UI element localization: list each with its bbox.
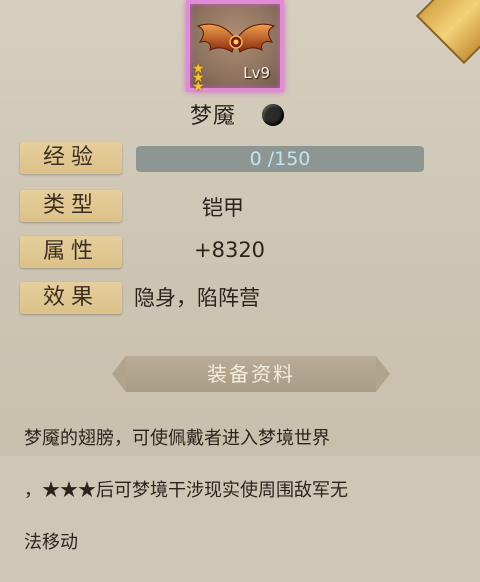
item-description: 梦魇的翅膀，可使佩戴者进入梦境世界 ，★★★后可梦境干涉现实使周围敌军无 法移动	[24, 400, 472, 582]
quality-orb-icon	[262, 104, 284, 126]
item-detail-panel: ★ ★ ★ Lv9 梦魇 经验 0 /150 类型 铠甲 属性 +8320 效果…	[0, 0, 480, 553]
exp-progress-bar: 0 /150	[136, 146, 424, 172]
type-value: 铠甲	[202, 196, 244, 220]
effect-value: 隐身，陷阵营	[134, 286, 260, 310]
equipment-info-header: 装备资料	[112, 356, 390, 392]
attribute-value: +8320	[194, 238, 266, 262]
description-line: 法移动	[24, 532, 78, 553]
effect-label: 效果	[20, 282, 122, 314]
exp-label: 经验	[20, 142, 122, 174]
item-icon-frame[interactable]: ★ ★ ★ Lv9	[186, 0, 284, 95]
type-label: 类型	[20, 190, 122, 222]
description-line: 梦魇的翅膀，可使佩戴者进入梦境世界	[24, 428, 330, 449]
star-icon: ★	[192, 79, 205, 95]
equipment-info-title: 装备资料	[207, 362, 295, 386]
attribute-label: 属性	[20, 236, 122, 268]
exp-progress-text: 0 /150	[249, 148, 311, 170]
corner-ornament	[415, 0, 480, 65]
item-level: Lv9	[243, 64, 270, 82]
bat-wings-icon	[196, 23, 276, 53]
item-name: 梦魇	[190, 104, 237, 129]
star-rating: ★ ★ ★	[190, 62, 210, 95]
description-line: ，★★★后可梦境干涉现实使周围敌军无	[24, 480, 348, 501]
